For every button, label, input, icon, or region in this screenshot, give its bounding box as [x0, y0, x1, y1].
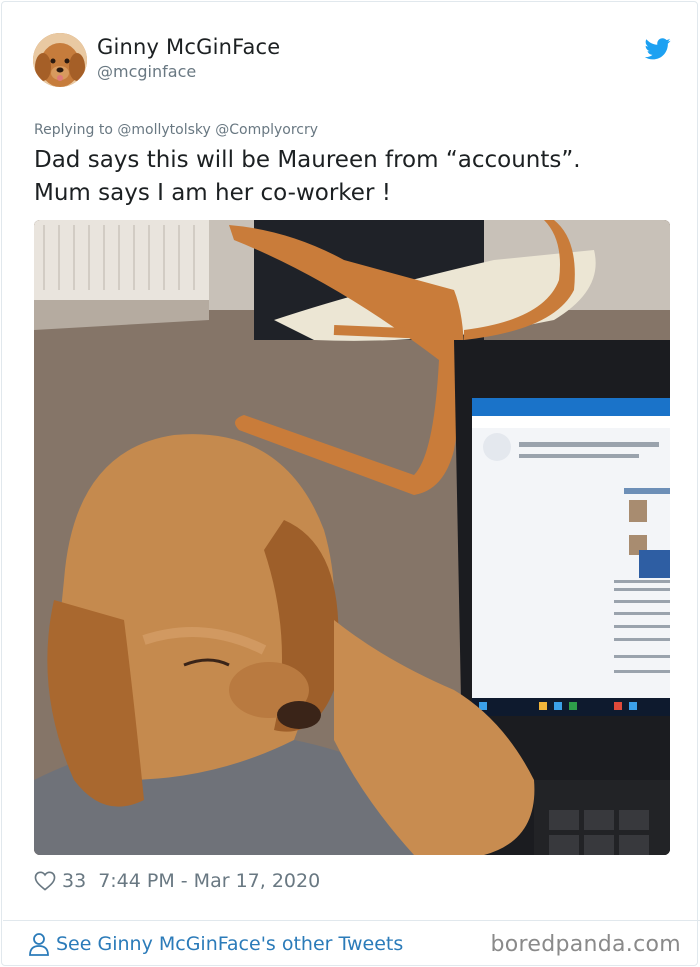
tweet-photo[interactable]	[34, 220, 670, 855]
reply-context: Replying to @mollytolsky @Complyorcry	[34, 122, 318, 138]
mention-link[interactable]: @mollytolsky	[117, 122, 210, 138]
boredpanda-watermark: boredpanda.com	[490, 932, 681, 957]
dog-avatar-icon	[33, 33, 87, 87]
like-count[interactable]: 33	[62, 870, 86, 892]
twitter-bird-icon[interactable]	[645, 38, 671, 60]
tweet-timestamp[interactable]: 7:44 PM - Mar 17, 2020	[98, 870, 320, 892]
avatar[interactable]	[33, 33, 87, 87]
user-handle[interactable]: @mcginface	[97, 62, 196, 81]
tweet-text: Dad says this will be Maureen from “acco…	[34, 144, 664, 210]
tweet-meta: 33 7:44 PM - Mar 17, 2020	[34, 868, 320, 894]
reply-prefix: Replying to	[34, 122, 113, 138]
person-icon	[29, 933, 49, 956]
other-tweets-label[interactable]: See Ginny McGinFace's other Tweets	[56, 933, 403, 955]
tweet-header: Ginny McGinFace @mcginface	[33, 33, 673, 89]
other-tweets-link[interactable]: See Ginny McGinFace's other Tweets	[28, 932, 403, 956]
tweet-text-line: Dad says this will be Maureen from “acco…	[34, 147, 581, 173]
puppy-laptop-photo	[34, 220, 670, 855]
footer-divider	[3, 920, 700, 921]
tweet-text-line: Mum says I am her co-worker !	[34, 180, 391, 206]
tweet-card: Ginny McGinFace @mcginface Replying to @…	[1, 1, 700, 966]
display-name[interactable]: Ginny McGinFace	[97, 35, 280, 59]
heart-icon[interactable]	[34, 871, 56, 891]
mention-link[interactable]: @Complyorcry	[215, 122, 318, 138]
